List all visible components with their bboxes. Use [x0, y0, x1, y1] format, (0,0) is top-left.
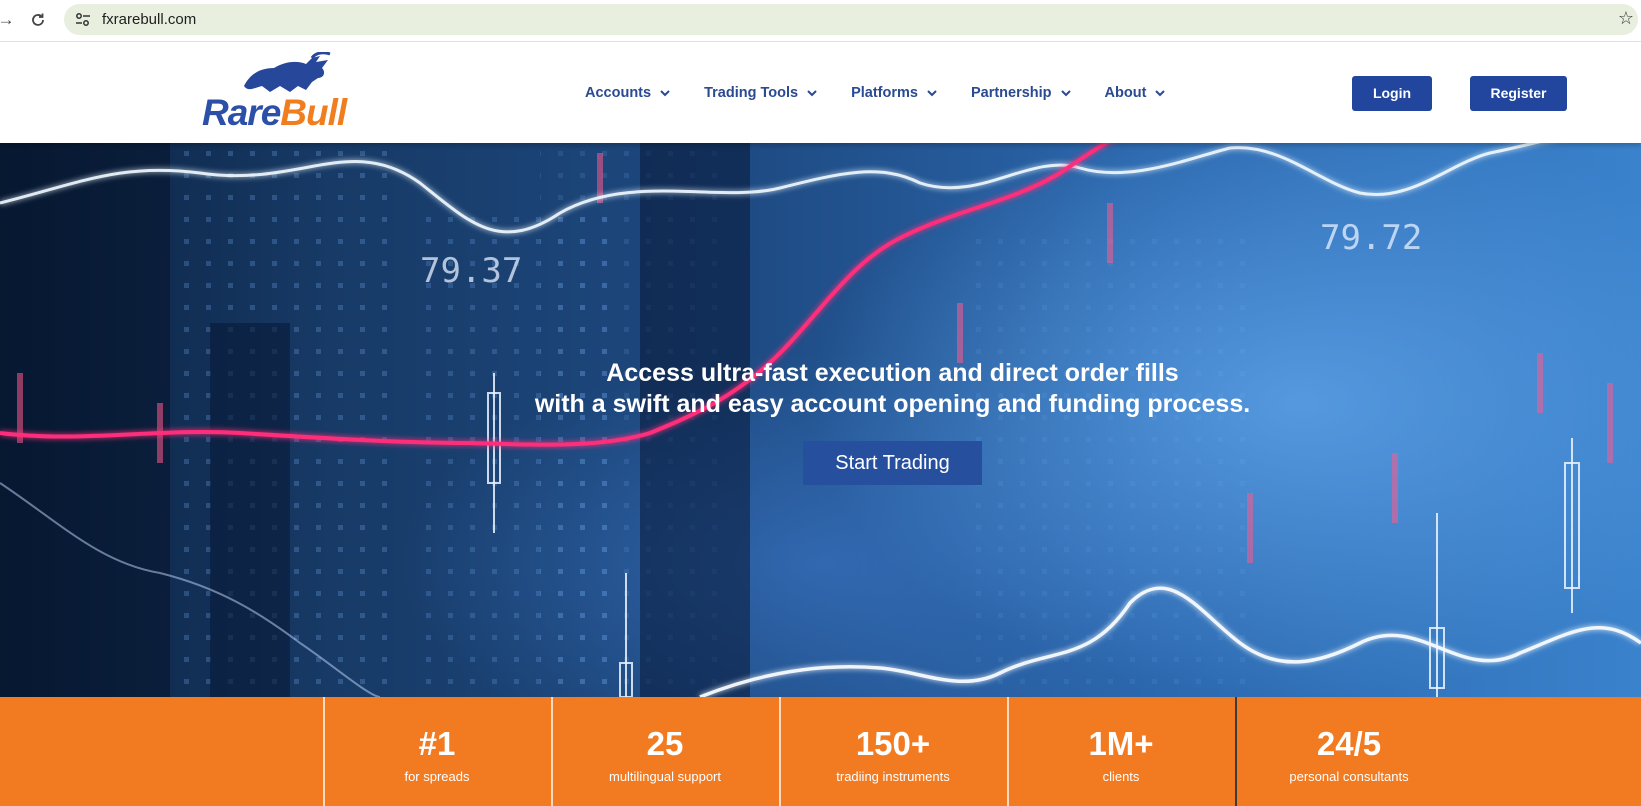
stat-value: 24/5: [1316, 725, 1382, 762]
stat-spreads: #1 for spreads: [323, 697, 551, 806]
logo-wordmark: RareBull: [202, 92, 347, 134]
stat-instruments: 150+ tradiing instruments: [779, 697, 1007, 806]
stat-value: 25: [646, 725, 684, 762]
hero-headline: Access ultra-fast execution and direct o…: [0, 358, 1641, 420]
stat-label: clients: [1102, 769, 1140, 784]
stat-value: #1: [418, 725, 456, 762]
logo-part-rare: Rare: [202, 92, 281, 133]
stat-label: personal consultants: [1289, 769, 1409, 784]
nav-platforms[interactable]: Platforms: [851, 82, 937, 104]
nav-trading-tools[interactable]: Trading Tools: [704, 82, 817, 104]
site-header: RareBull Accounts Trading Tools Platform…: [0, 42, 1641, 143]
address-bar[interactable]: fxrarebull.com ☆: [64, 4, 1638, 35]
chevron-down-icon: [660, 90, 670, 97]
rarebull-logo[interactable]: RareBull: [200, 52, 370, 134]
chevron-down-icon: [1155, 90, 1166, 97]
stat-label: for spreads: [404, 769, 470, 784]
logo-part-bull: Bull: [280, 92, 347, 133]
hero-banner: 79.37 79.72 Access ultra-fast execution …: [0, 143, 1641, 697]
bookmark-star-icon[interactable]: ☆: [1618, 8, 1634, 29]
stat-label: multilingual support: [608, 769, 721, 784]
hero-headline-line1: Access ultra-fast execution and direct o…: [606, 359, 1179, 387]
nav-partnership[interactable]: Partnership: [971, 82, 1071, 104]
chevron-down-icon: [807, 90, 817, 97]
stat-value: 150+: [855, 725, 931, 762]
register-button[interactable]: Register: [1470, 76, 1567, 111]
url-text[interactable]: fxrarebull.com: [102, 11, 196, 28]
reload-icon[interactable]: [26, 8, 50, 32]
stat-clients: 1M+ clients: [1007, 697, 1235, 806]
nav-platforms-label: Platforms: [851, 85, 918, 101]
login-button[interactable]: Login: [1352, 76, 1432, 111]
back-arrow-icon[interactable]: →: [0, 8, 18, 32]
nav-partnership-label: Partnership: [970, 85, 1052, 101]
site-settings-icon[interactable]: [74, 11, 92, 29]
nav-accounts[interactable]: Accounts: [585, 82, 670, 104]
stat-personal-consultants: 24/5 personal consultants: [1235, 697, 1463, 806]
hero-headline-line2: with a swift and easy account opening an…: [534, 390, 1251, 418]
stat-value: 1M+: [1088, 725, 1154, 762]
browser-toolbar: → fxrarebull.com ☆: [0, 0, 1641, 42]
chevron-down-icon: [1060, 90, 1071, 97]
start-trading-button[interactable]: Start Trading: [803, 441, 982, 485]
stats-bar: #1 for spreads 25 multilingual support 1…: [0, 697, 1641, 806]
nav-trading-tools-label: Trading Tools: [704, 85, 799, 101]
stat-label: tradiing instruments: [836, 769, 950, 784]
ticker-value: 79.37: [420, 251, 523, 291]
chevron-down-icon: [927, 90, 937, 97]
nav-accounts-label: Accounts: [585, 85, 652, 101]
ticker-value: 79.72: [1320, 218, 1423, 258]
nav-about[interactable]: About: [1105, 82, 1166, 104]
main-navigation: Accounts Trading Tools Platforms Partner…: [585, 82, 1199, 104]
stat-multilingual-support: 25 multilingual support: [551, 697, 779, 806]
nav-about-label: About: [1104, 85, 1147, 101]
